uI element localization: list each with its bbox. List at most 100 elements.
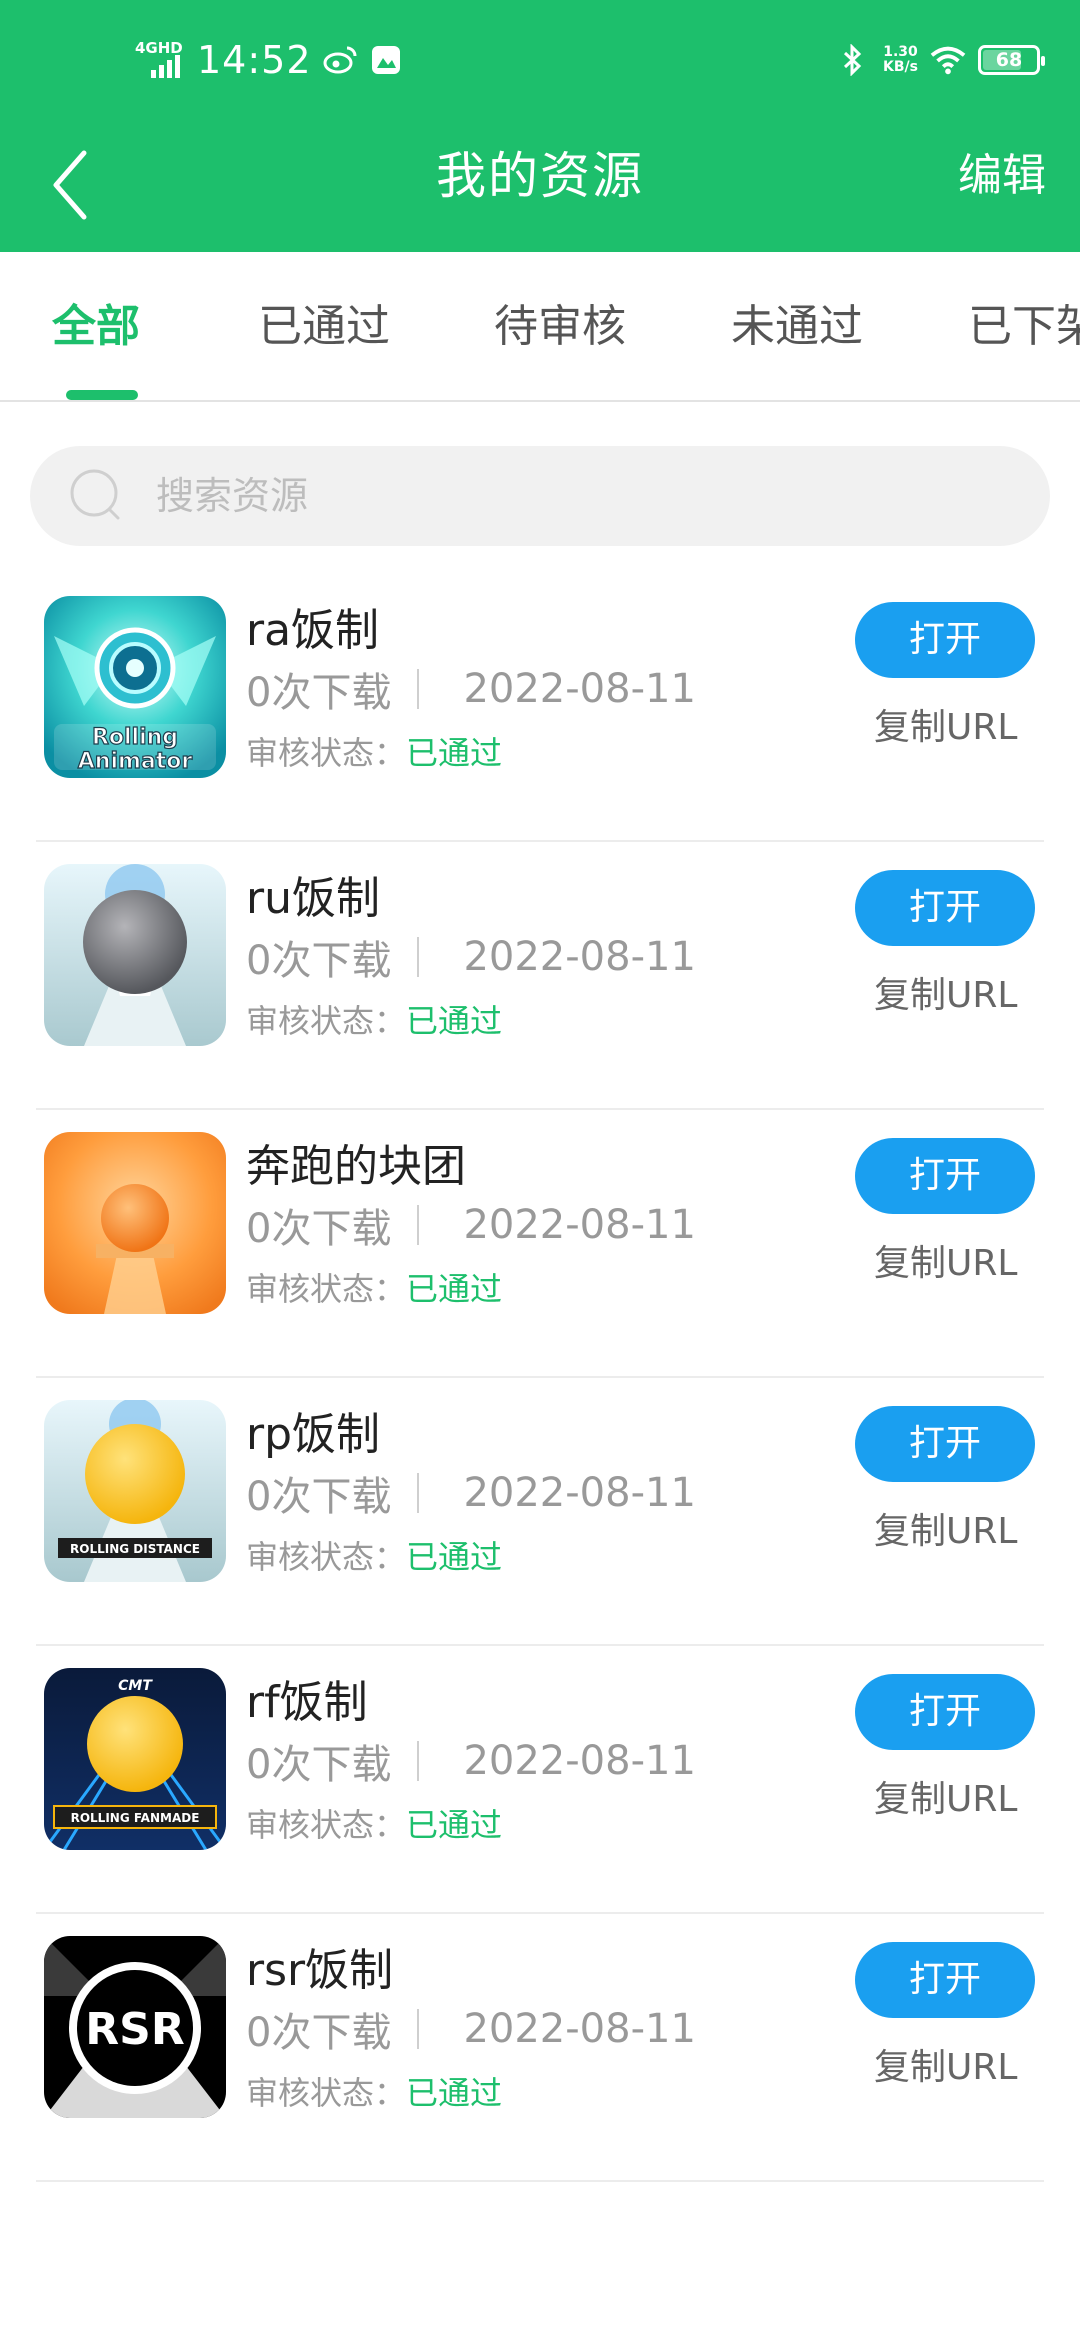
list-item: 奔跑的块团 0次下载 2022-08-11 审核状态：已通过 打开 复制URL	[0, 1110, 1080, 1378]
review-status: 审核状态：已通过	[246, 728, 502, 774]
copy-url-button[interactable]: 复制URL	[874, 966, 1017, 1018]
network-speed: 1.30 KB/s	[883, 45, 918, 75]
resource-thumbnail[interactable]: CMT ROLLING FANMADE	[44, 1668, 226, 1850]
resource-date: 2022-08-11	[463, 666, 696, 712]
resource-name: rsr饭制	[246, 1945, 394, 1996]
review-status: 审核状态：已通过	[246, 2068, 502, 2114]
open-button[interactable]: 打开	[855, 1138, 1035, 1214]
resource-date: 2022-08-11	[463, 1738, 696, 1784]
review-status-label: 审核状态：	[246, 1806, 407, 1844]
resource-thumbnail[interactable]	[44, 864, 226, 1046]
list-item: RSR rsr饭制 0次下载 2022-08-11 审核状态：已通过 打开 复制…	[0, 1914, 1080, 2182]
open-button[interactable]: 打开	[855, 870, 1035, 946]
svg-text:ROLLING FANMADE: ROLLING FANMADE	[71, 1811, 200, 1825]
weibo-icon	[322, 42, 358, 78]
list-item: ru饭制 0次下载 2022-08-11 审核状态：已通过 打开 复制URL	[0, 842, 1080, 1110]
list-item: Rolling Animator ra饭制 0次下载 2022-08-11 审核…	[0, 574, 1080, 842]
resource-name: rf饭制	[246, 1677, 368, 1728]
review-status-label: 审核状态：	[246, 1002, 407, 1040]
review-status-label: 审核状态：	[246, 1538, 407, 1576]
search-bar[interactable]	[30, 446, 1050, 546]
download-count: 0次下载	[246, 938, 392, 984]
open-button[interactable]: 打开	[855, 1406, 1035, 1482]
resource-name: 奔跑的块团	[246, 1141, 466, 1192]
tab-all[interactable]: 全部	[52, 252, 140, 400]
svg-text:ROLLING DISTANCE: ROLLING DISTANCE	[70, 1542, 200, 1556]
copy-url-button[interactable]: 复制URL	[874, 1234, 1017, 1286]
search-input[interactable]	[156, 474, 956, 518]
review-status: 审核状态：已通过	[246, 1800, 502, 1846]
open-button[interactable]: 打开	[855, 1942, 1035, 2018]
meta-divider	[417, 1741, 420, 1781]
svg-text:Animator: Animator	[78, 749, 193, 774]
status-bar-left: 4GHD 14:52	[135, 34, 404, 86]
svg-text:RSR: RSR	[85, 2004, 184, 2055]
resource-date: 2022-08-11	[463, 934, 696, 980]
resource-meta: 0次下载 2022-08-11	[246, 1732, 696, 1790]
list-divider	[36, 2180, 1044, 2182]
download-count: 0次下载	[246, 1474, 392, 1520]
status-time: 14:52	[197, 38, 312, 82]
edit-button[interactable]: 编辑	[958, 120, 1046, 232]
review-status-value: 已通过	[406, 1806, 503, 1844]
review-status: 审核状态：已通过	[246, 996, 502, 1042]
bluetooth-icon	[835, 42, 871, 78]
copy-url-button[interactable]: 复制URL	[874, 698, 1017, 750]
tab-pending[interactable]: 待审核	[494, 252, 626, 400]
app-header: 4GHD 14:52 1.30 KB/s 68 我的资源 编辑	[0, 0, 1080, 252]
cellular-signal-icon: 4GHD	[135, 40, 187, 80]
resource-thumbnail[interactable]: RSR	[44, 1936, 226, 2118]
tab-removed[interactable]: 已下架	[968, 252, 1080, 400]
resource-date: 2022-08-11	[463, 1470, 696, 1516]
review-status: 审核状态：已通过	[246, 1532, 502, 1578]
resource-thumbnail[interactable]	[44, 1132, 226, 1314]
review-status-value: 已通过	[406, 1538, 503, 1576]
status-bar-right: 1.30 KB/s 68	[835, 36, 1045, 84]
resource-date: 2022-08-11	[463, 2006, 696, 2052]
open-button[interactable]: 打开	[855, 1674, 1035, 1750]
svg-text:Rolling: Rolling	[92, 725, 178, 750]
review-status-value: 已通过	[406, 734, 503, 772]
resource-name: rp饭制	[246, 1409, 381, 1460]
tab-rejected[interactable]: 未通过	[731, 252, 863, 400]
meta-divider	[417, 937, 420, 977]
resource-meta: 0次下载 2022-08-11	[246, 660, 696, 718]
network-speed-unit: KB/s	[883, 59, 918, 75]
resource-meta: 0次下载 2022-08-11	[246, 2000, 696, 2058]
resource-thumbnail[interactable]: ROLLING DISTANCE	[44, 1400, 226, 1582]
resource-list: Rolling Animator ra饭制 0次下载 2022-08-11 审核…	[0, 574, 1080, 2182]
battery-icon: 68	[978, 45, 1045, 75]
page-title: 我的资源	[436, 147, 644, 205]
network-speed-value: 1.30	[883, 44, 918, 60]
resource-meta: 0次下载 2022-08-11	[246, 1196, 696, 1254]
review-status-label: 审核状态：	[246, 2074, 407, 2112]
resource-date: 2022-08-11	[463, 1202, 696, 1248]
download-count: 0次下载	[246, 1206, 392, 1252]
tab-approved[interactable]: 已通过	[258, 252, 390, 400]
active-tab-indicator	[66, 390, 138, 400]
review-status-label: 审核状态：	[246, 734, 407, 772]
network-type: 4GHD	[135, 39, 183, 57]
copy-url-button[interactable]: 复制URL	[874, 2038, 1017, 2090]
resource-name: ru饭制	[246, 873, 380, 924]
meta-divider	[417, 1205, 420, 1245]
copy-url-button[interactable]: 复制URL	[874, 1502, 1017, 1554]
gallery-icon	[368, 42, 404, 78]
list-item: CMT ROLLING FANMADE rf饭制 0次下载 2022-08-11…	[0, 1646, 1080, 1914]
open-button[interactable]: 打开	[855, 602, 1035, 678]
resource-meta: 0次下载 2022-08-11	[246, 928, 696, 986]
review-status-value: 已通过	[406, 1270, 503, 1308]
review-status-value: 已通过	[406, 2074, 503, 2112]
resource-name: ra饭制	[246, 605, 380, 656]
copy-url-button[interactable]: 复制URL	[874, 1770, 1017, 1822]
resource-thumbnail[interactable]: Rolling Animator	[44, 596, 226, 778]
review-status-label: 审核状态：	[246, 1270, 407, 1308]
resource-meta: 0次下载 2022-08-11	[246, 1464, 696, 1522]
download-count: 0次下载	[246, 2010, 392, 2056]
battery-level: 68	[995, 49, 1023, 71]
title-bar: 我的资源 编辑	[0, 120, 1080, 252]
list-item: ROLLING DISTANCE rp饭制 0次下载 2022-08-11 审核…	[0, 1378, 1080, 1646]
filter-tabs: 全部 已通过 待审核 未通过 已下架	[0, 252, 1080, 402]
download-count: 0次下载	[246, 1742, 392, 1788]
review-status: 审核状态：已通过	[246, 1264, 502, 1310]
